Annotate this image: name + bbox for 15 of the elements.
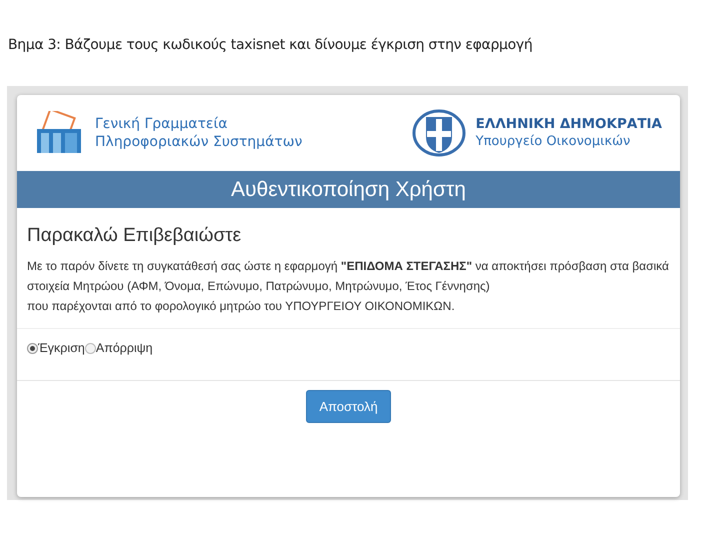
radio-button[interactable]: [84, 342, 96, 354]
consent-text: που παρέχονται από το φορολογικό μητρώο του ΥΠΟΥΡΓΕΙΟΥ ΟΙΚΟΝΟΜΙΚΩΝ.: [27, 298, 456, 315]
radio-label[interactable]: Απόρριψη: [96, 339, 153, 358]
organization-name: Γενική Γραμματεία: [95, 115, 228, 133]
consent-text: Με το παρόν δίνετε τη συγκατάθεσή σας ώστε η εφαρμογή "ΕΠΙΔΟΜΑ ΣΤΕΓΑΣΗΣ" να αποκτήσει πρόσβαση στα βασικά στοιχεία Μητρώου (ΑΦΜ, Όνομα, Επώνυμο, Πατρώνυμο, Μητρώνυμο, Έτος Γέννησης): [27, 258, 670, 295]
title-bar-text: Αυθεντικοποίηση Χρήστη: [231, 176, 466, 203]
ministry-name: Υπουργείο Οικονομικών: [476, 133, 632, 151]
organization-name: Πληροφοριακών Συστημάτων: [95, 133, 302, 151]
coat-of-arms-icon: [412, 109, 466, 157]
radio-label[interactable]: Έγκριση: [38, 339, 85, 358]
submit-button[interactable]: Αποστολή: [306, 390, 391, 423]
country-name: ΕΛΛΗΝΙΚΗ ΔΗΜΟΚΡΑΤΙΑ: [476, 115, 662, 133]
caption: Βημα 3: Βάζουμε τους κωδικούς taxisnet και δίνουμε έγκριση στην εφαρμογή: [8, 36, 534, 54]
radio-button[interactable]: [27, 342, 38, 354]
heading: Παρακαλώ Επιβεβαιώστε: [27, 224, 242, 248]
